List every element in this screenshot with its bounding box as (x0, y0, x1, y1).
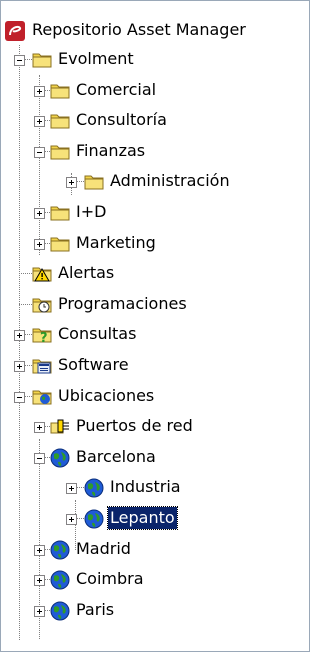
tree-item-label[interactable]: Evolment (56, 48, 136, 70)
tree-connector (19, 273, 32, 274)
tree-item-label[interactable]: Industria (108, 476, 183, 498)
tree-item-i-d[interactable]: I+D (0, 197, 310, 227)
schedule-folder-icon (32, 295, 52, 313)
tree-item-finanzas[interactable]: Finanzas (0, 136, 310, 166)
expand-icon[interactable] (66, 514, 77, 525)
tree-item-label[interactable]: Marketing (74, 232, 158, 254)
tree-item-industria[interactable]: Industria (0, 472, 310, 502)
expand-icon[interactable] (14, 361, 25, 372)
tree-item-label[interactable]: Administración (108, 170, 232, 192)
tree-item-label[interactable]: Programaciones (56, 293, 189, 315)
tree-item-alertas[interactable]: Alertas (0, 258, 310, 288)
globe-icon (50, 448, 70, 468)
collapse-icon[interactable] (14, 55, 25, 66)
tree-item-label[interactable]: Lepanto (107, 506, 178, 530)
tree-item-comercial[interactable]: Comercial (0, 75, 310, 105)
query-folder-icon: ? (32, 325, 52, 346)
tree-item-label[interactable]: Software (56, 354, 131, 376)
tree-item-label[interactable]: Paris (74, 599, 116, 621)
globe-icon (50, 540, 70, 560)
expand-icon[interactable] (34, 545, 45, 556)
tree-item-label[interactable]: Alertas (56, 262, 116, 284)
network-port-icon (50, 417, 70, 435)
folder-icon (50, 111, 70, 129)
tree-item-label[interactable]: Barcelona (74, 446, 158, 468)
tree-item-marketing[interactable]: Marketing (0, 228, 310, 258)
tree-item-label[interactable]: Coimbra (74, 568, 146, 590)
svg-text:?: ? (40, 331, 48, 343)
tree-item-lepanto[interactable]: Lepanto (0, 503, 310, 533)
tree-item-software[interactable]: Software (0, 350, 310, 380)
tree-item-consultas[interactable]: ? Consultas (0, 319, 310, 349)
tree-item-barcelona[interactable]: Barcelona (0, 442, 310, 472)
tree-root[interactable]: Repositorio Asset Manager (0, 15, 310, 45)
app-logo-icon (5, 21, 25, 41)
expand-icon[interactable] (34, 575, 45, 586)
tree-item-label[interactable]: I+D (74, 201, 108, 223)
expand-icon[interactable] (66, 177, 77, 188)
collapse-icon[interactable] (14, 392, 25, 403)
collapse-icon[interactable] (34, 147, 45, 158)
tree-item-administracion[interactable]: Administración (0, 166, 310, 196)
tree-item-consultoria[interactable]: Consultoría (0, 105, 310, 135)
globe-icon (50, 601, 70, 621)
tree-item-programaciones[interactable]: Programaciones (0, 289, 310, 319)
tree-item-label[interactable]: Ubicaciones (56, 385, 156, 407)
tree-item-ubicaciones[interactable]: Ubicaciones (0, 381, 310, 411)
tree-item-madrid[interactable]: Madrid (0, 534, 310, 564)
folder-icon (50, 81, 70, 99)
expand-icon[interactable] (34, 422, 45, 433)
folder-icon (84, 172, 104, 190)
expand-icon[interactable] (34, 208, 45, 219)
tree-item-label[interactable]: Madrid (74, 538, 133, 560)
expand-icon[interactable] (34, 606, 45, 617)
folder-icon (50, 142, 70, 160)
globe-icon (84, 478, 104, 498)
tree-item-coimbra[interactable]: Coimbra (0, 564, 310, 594)
tree-item-label[interactable]: Consultoría (74, 109, 169, 131)
expand-icon[interactable] (14, 330, 25, 341)
collapse-icon[interactable] (34, 453, 45, 464)
tree-item-label[interactable]: Finanzas (74, 140, 147, 162)
expand-icon[interactable] (34, 86, 45, 97)
expand-icon[interactable] (34, 239, 45, 250)
folder-icon (50, 234, 70, 252)
expand-icon[interactable] (66, 483, 77, 494)
tree-item-label[interactable]: Comercial (74, 79, 158, 101)
tree-item-evolment[interactable]: Evolment (0, 44, 310, 74)
tree-item-label[interactable]: Consultas (56, 323, 138, 345)
globe-folder-icon (32, 387, 52, 405)
folder-icon (32, 50, 52, 68)
tree-root-label: Repositorio Asset Manager (32, 20, 246, 39)
tree-item-puertos-de-red[interactable]: Puertos de red (0, 411, 310, 441)
alert-folder-icon (32, 264, 52, 282)
tree-item-paris[interactable]: Paris (0, 595, 310, 625)
tree-item-label[interactable]: Puertos de red (74, 415, 195, 437)
folder-icon (50, 203, 70, 221)
tree-connector (19, 304, 32, 305)
globe-icon (50, 570, 70, 590)
expand-icon[interactable] (34, 116, 45, 127)
software-folder-icon (32, 356, 52, 374)
globe-icon (84, 509, 104, 529)
